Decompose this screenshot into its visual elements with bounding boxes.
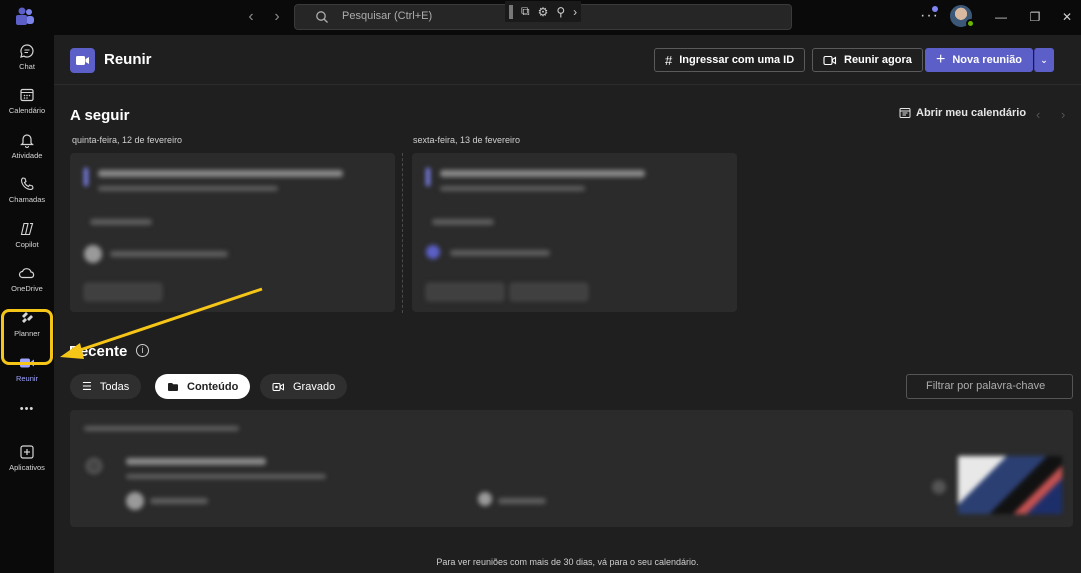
annotation-arrow	[60, 287, 263, 359]
